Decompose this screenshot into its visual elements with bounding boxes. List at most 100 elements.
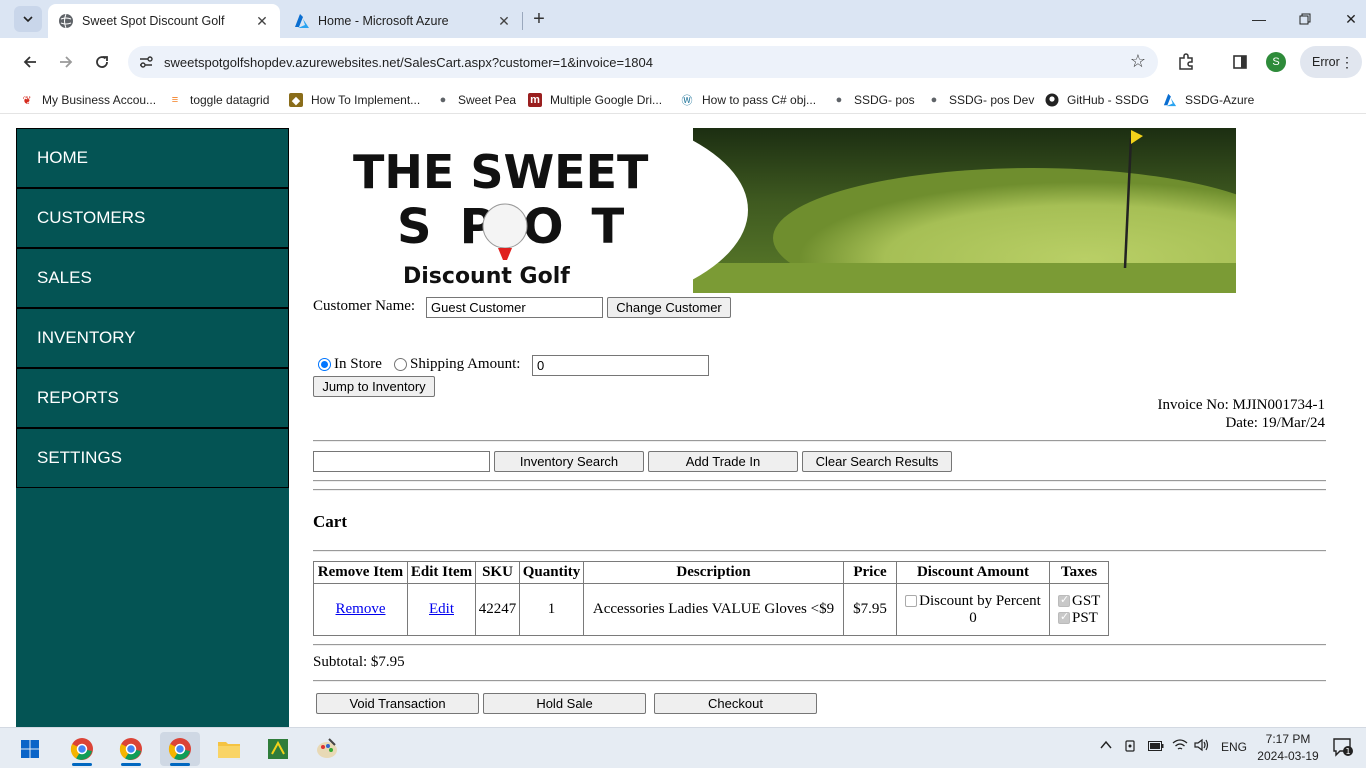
side-panel-icon[interactable] — [1228, 50, 1252, 74]
error-button[interactable]: Error ⋮ — [1300, 46, 1362, 78]
gst-label: GST — [1072, 592, 1101, 609]
profile-avatar[interactable]: S — [1266, 52, 1286, 72]
taxes-cell: GST PST — [1049, 583, 1109, 636]
bookmark-star-icon[interactable]: ☆ — [1130, 51, 1146, 72]
bookmark-item[interactable]: SSDG-Azure — [1163, 90, 1254, 110]
in-store-label: In Store — [334, 356, 382, 372]
sidebar-item-label: CUSTOMERS — [37, 208, 146, 227]
notifications-icon[interactable]: 1 — [1332, 737, 1354, 760]
tab-sweet-spot[interactable]: Sweet Spot Discount Golf ✕ — [48, 4, 280, 38]
extensions-icon[interactable] — [1174, 50, 1198, 74]
tab-title: Sweet Spot Discount Golf — [82, 14, 225, 28]
bookmark-label: GitHub - SSDG — [1067, 93, 1150, 107]
site-favicon-icon: m — [528, 93, 542, 107]
battery-icon[interactable] — [1148, 740, 1164, 754]
bookmark-item[interactable]: ● Sweet Pea — [436, 90, 516, 110]
taskbar-paint[interactable] — [307, 732, 347, 766]
customer-name-field[interactable]: Guest Customer — [426, 297, 603, 318]
taskbar-app[interactable] — [258, 732, 298, 766]
globe-icon: ● — [930, 94, 938, 106]
system-clock[interactable]: 7:17 PM 2024-03-19 — [1254, 731, 1322, 765]
jump-to-inventory-button[interactable]: Jump to Inventory — [313, 376, 435, 397]
forward-icon[interactable] — [54, 50, 78, 74]
wifi-icon[interactable] — [1172, 738, 1188, 755]
bookmark-item[interactable]: ● SSDG- pos — [832, 90, 915, 110]
clock-date: 2024-03-19 — [1257, 749, 1319, 763]
void-transaction-button[interactable]: Void Transaction — [316, 693, 479, 714]
change-customer-button[interactable]: Change Customer — [607, 297, 731, 318]
cart-heading: Cart — [313, 512, 347, 531]
checkout-button[interactable]: Checkout — [654, 693, 817, 714]
bookmark-item[interactable]: ● SSDG- pos Dev — [927, 90, 1035, 110]
close-tab-icon[interactable]: ✕ — [254, 13, 270, 29]
maple-leaf-icon: ❦ — [22, 94, 32, 107]
hold-sale-button[interactable]: Hold Sale — [483, 693, 646, 714]
gst-checkbox[interactable] — [1058, 593, 1070, 608]
sidebar-item-sales[interactable]: SALES — [16, 248, 289, 308]
site-info-icon[interactable] — [138, 54, 154, 70]
taskbar-chrome-2[interactable] — [111, 732, 151, 766]
bookmark-item[interactable]: ≡ toggle datagrid — [168, 90, 270, 110]
remove-item-link[interactable]: Remove — [336, 601, 386, 617]
clear-search-results-button[interactable]: Clear Search Results — [802, 451, 952, 472]
sidebar-item-inventory[interactable]: INVENTORY — [16, 308, 289, 368]
start-button[interactable] — [10, 732, 50, 766]
table-row: Remove Edit 42247 1 Accessories Ladies V… — [313, 583, 1109, 636]
dev-tool-icon — [268, 739, 288, 759]
show-hidden-icons[interactable] — [1100, 739, 1112, 753]
back-icon[interactable] — [18, 50, 42, 74]
column-header: Edit Item — [407, 561, 476, 584]
minimize-icon[interactable]: — — [1246, 6, 1272, 32]
close-window-icon[interactable]: ✕ — [1338, 6, 1364, 32]
stack-icon: ≡ — [171, 94, 179, 106]
tab-azure[interactable]: Home - Microsoft Azure ✕ — [284, 4, 522, 38]
close-tab-icon[interactable]: ✕ — [496, 13, 512, 29]
taskbar-chrome-3[interactable] — [160, 732, 200, 766]
bookmark-item[interactable]: GitHub - SSDG — [1045, 90, 1149, 110]
edit-cell: Edit — [407, 583, 476, 636]
folder-icon — [218, 742, 240, 758]
bookmark-item[interactable]: ❦ My Business Accou... — [20, 90, 156, 110]
inventory-search-input[interactable] — [313, 451, 490, 472]
volume-icon[interactable] — [1194, 738, 1210, 755]
discount-by-percent-label: Discount by Percent — [919, 592, 1041, 609]
more-vert-icon[interactable]: ⋮ — [1340, 54, 1354, 71]
shipping-amount-label: Shipping Amount: — [410, 356, 521, 372]
pst-label: PST — [1072, 609, 1098, 626]
bookmark-item[interactable]: Ⓦ How to pass C# obj... — [680, 90, 817, 110]
discount-by-percent-checkbox[interactable] — [905, 595, 918, 608]
taskbar-chrome-1[interactable] — [62, 732, 102, 766]
shipping-radio[interactable] — [394, 358, 407, 371]
inventory-search-button[interactable]: Inventory Search — [494, 451, 644, 472]
sidebar-item-home[interactable]: HOME — [16, 128, 289, 188]
add-trade-in-button[interactable]: Add Trade In — [648, 451, 798, 472]
pst-checkbox[interactable] — [1058, 610, 1070, 625]
chrome-icon — [70, 738, 93, 760]
bookmark-item[interactable]: m Multiple Google Dri... — [528, 90, 662, 110]
meet-now-icon[interactable] — [1124, 739, 1138, 756]
taskbar-file-explorer[interactable] — [209, 732, 249, 766]
divider — [313, 440, 1326, 442]
bookmark-label: SSDG-Azure — [1185, 93, 1255, 107]
sidebar-nav: HOME CUSTOMERS SALES INVENTORY REPORTS S… — [16, 128, 289, 727]
windows-taskbar: ENG 7:17 PM 2024-03-19 1 — [0, 727, 1366, 768]
site-favicon-icon: ◆ — [289, 93, 303, 107]
banner-line3: Discount Golf — [403, 264, 570, 289]
shipping-amount-field[interactable]: 0 — [532, 355, 709, 376]
remove-cell: Remove — [313, 583, 408, 636]
divider — [313, 680, 1326, 682]
restore-icon[interactable] — [1292, 6, 1318, 32]
sidebar-item-customers[interactable]: CUSTOMERS — [16, 188, 289, 248]
address-bar[interactable]: sweetspotgolfshopdev.azurewebsites.net/S… — [128, 46, 1158, 78]
sidebar-item-reports[interactable]: REPORTS — [16, 368, 289, 428]
new-tab-icon[interactable]: + — [528, 8, 550, 30]
sidebar-item-settings[interactable]: SETTINGS — [16, 428, 289, 488]
language-indicator[interactable]: ENG — [1221, 740, 1247, 754]
subtotal-text: Subtotal: $7.95 — [313, 654, 405, 670]
edit-item-link[interactable]: Edit — [429, 601, 454, 617]
reload-icon[interactable] — [90, 50, 114, 74]
in-store-radio[interactable] — [318, 358, 331, 371]
bookmark-item[interactable]: ◆ How To Implement... — [289, 90, 420, 110]
github-icon — [1045, 93, 1059, 107]
tab-search-button[interactable] — [14, 6, 42, 32]
